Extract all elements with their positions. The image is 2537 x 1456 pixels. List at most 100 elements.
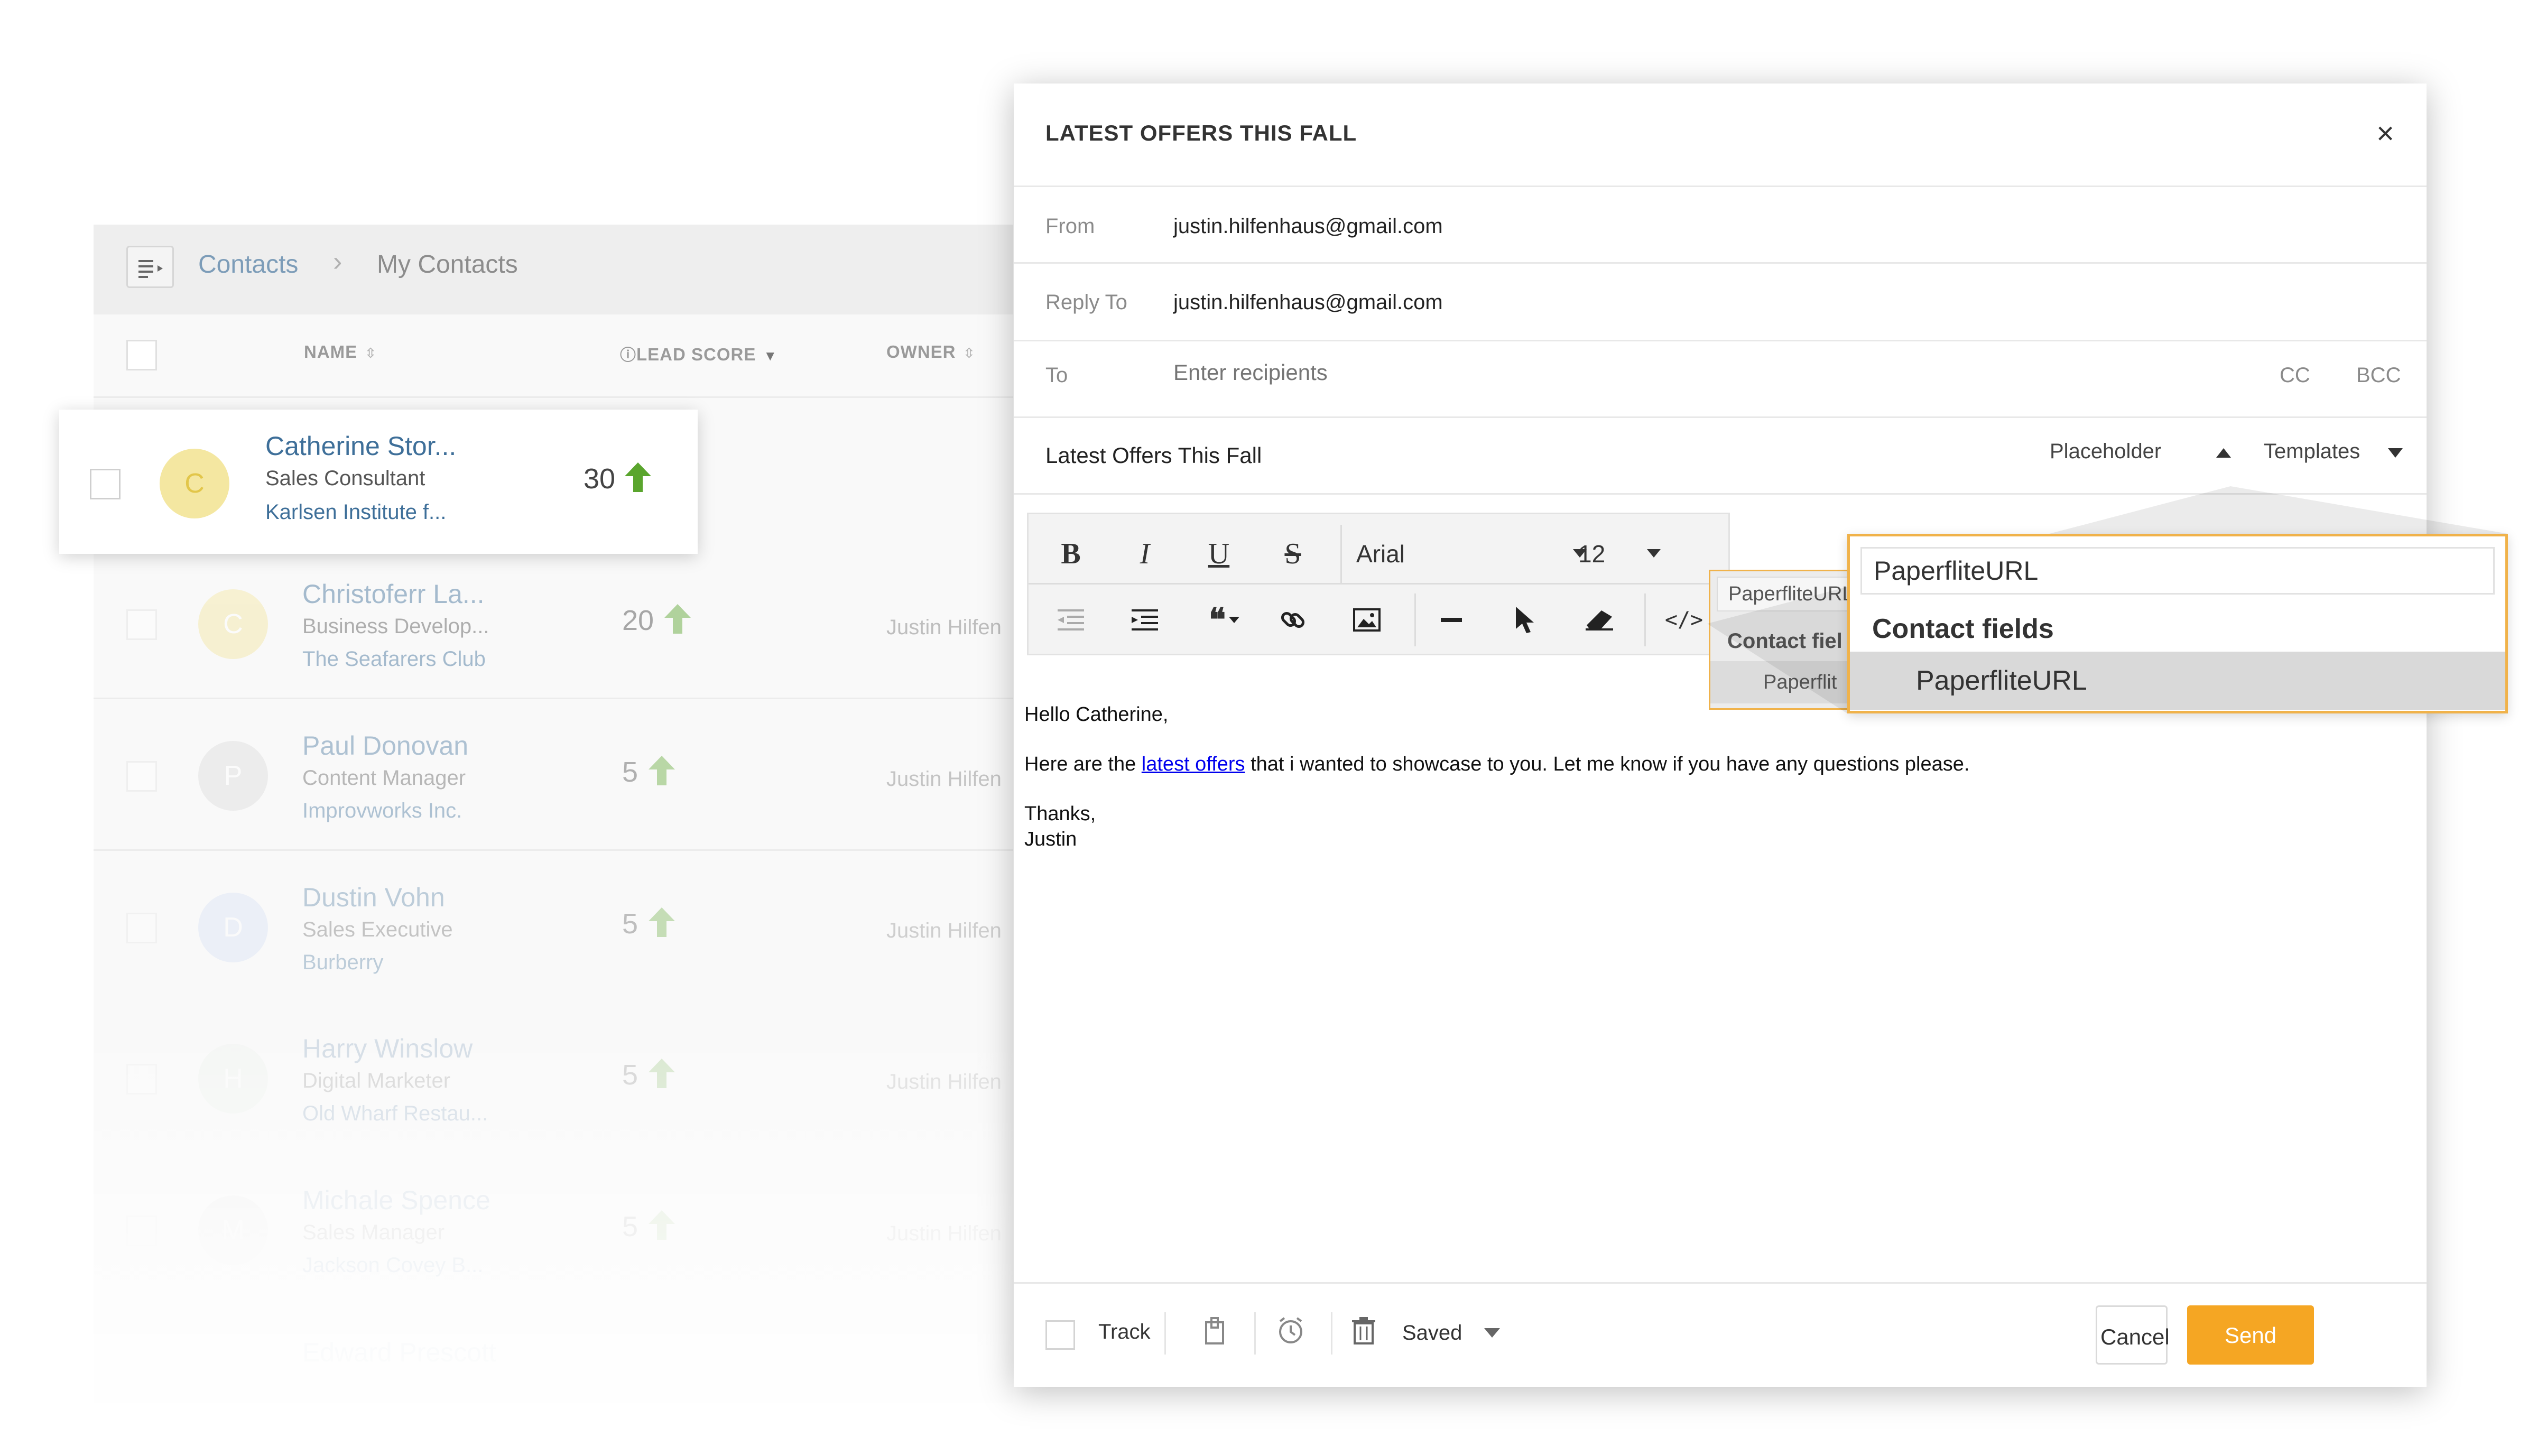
- contact-company[interactable]: Burberry: [302, 951, 383, 975]
- contact-company[interactable]: Karlsen Institute f...: [265, 500, 446, 524]
- avatar: P: [198, 741, 268, 811]
- breadcrumb-current: My Contacts: [377, 251, 518, 279]
- contact-name[interactable]: Dustin Vohn: [302, 882, 445, 913]
- lead-score: 5: [622, 908, 638, 940]
- contact-owner: Justin Hilfen: [886, 1070, 1002, 1093]
- bcc-button[interactable]: BCC: [2356, 364, 2401, 387]
- strikethrough-button[interactable]: S: [1266, 527, 1319, 580]
- lead-score: 5: [622, 756, 638, 788]
- clear-format-button[interactable]: [1573, 593, 1626, 646]
- cc-button[interactable]: CC: [2280, 364, 2310, 387]
- contact-company[interactable]: Improvworks Inc.: [302, 799, 462, 823]
- placeholder-group-label-magnified: Contact fields: [1872, 614, 2054, 644]
- bold-icon: B: [1061, 537, 1081, 570]
- row-checkbox[interactable]: [126, 761, 157, 792]
- subject-field[interactable]: Latest Offers This Fall: [1045, 443, 1262, 468]
- contact-name[interactable]: Edward Prescott: [302, 1337, 496, 1368]
- table-row[interactable]: D Dustin Vohn Sales Executive Burberry 5…: [94, 850, 1013, 1001]
- latest-offers-link[interactable]: latest offers: [1142, 753, 1245, 775]
- underline-button[interactable]: U: [1192, 527, 1245, 580]
- body-paragraph: Here are the latest offers that i wanted…: [1024, 752, 2399, 777]
- indent-icon: [1132, 609, 1158, 630]
- contact-title: Sales Executive: [302, 918, 453, 941]
- contact-name[interactable]: Christoferr La...: [302, 579, 485, 609]
- eraser-icon: [1586, 610, 1613, 630]
- toolbar-separator: [1644, 593, 1646, 646]
- toolbar-separator: [1029, 583, 1732, 585]
- contact-owner: Justin Hilfen: [886, 616, 1002, 639]
- recipients-input[interactable]: [1173, 360, 2178, 385]
- row-checkbox[interactable]: [126, 609, 157, 640]
- caret-up-icon: [2216, 448, 2231, 458]
- column-lead-score-label: LEAD SCORE: [636, 345, 756, 364]
- contact-company[interactable]: The Seafarers Club: [302, 647, 486, 671]
- avatar: C: [160, 449, 229, 518]
- font-size-select[interactable]: 12: [1578, 531, 1684, 577]
- insert-image-button[interactable]: [1340, 593, 1393, 646]
- italic-button[interactable]: I: [1118, 527, 1171, 580]
- close-button[interactable]: ×: [2367, 115, 2404, 152]
- row-checkbox[interactable]: [126, 913, 157, 943]
- schedule-clock-icon[interactable]: [1277, 1317, 1304, 1344]
- row-checkbox[interactable]: [90, 469, 121, 499]
- indent-button[interactable]: [1118, 593, 1171, 646]
- table-row[interactable]: Edward Prescott: [94, 1305, 1013, 1456]
- column-header-owner[interactable]: OWNER ⇳: [886, 342, 975, 362]
- contact-company[interactable]: Old Wharf Restau...: [302, 1102, 488, 1126]
- placeholder-search-input-magnified[interactable]: PaperfliteURL: [1860, 547, 2495, 595]
- link-icon: [1281, 611, 1305, 628]
- track-checkbox[interactable]: [1045, 1320, 1075, 1350]
- reply-to-value[interactable]: justin.hilfenhaus@gmail.com: [1173, 291, 1443, 314]
- info-icon: ⓘ: [620, 347, 636, 364]
- source-code-button[interactable]: </>: [1658, 593, 1710, 646]
- send-button[interactable]: Send: [2187, 1305, 2314, 1365]
- from-value[interactable]: justin.hilfenhaus@gmail.com: [1173, 215, 1443, 238]
- breadcrumb-contacts-link[interactable]: Contacts: [198, 250, 298, 279]
- contact-name[interactable]: Michale Spence: [302, 1185, 490, 1216]
- contact-title: Sales Manager: [302, 1221, 445, 1244]
- row-checkbox[interactable]: [126, 1064, 157, 1095]
- attachment-icon[interactable]: [1204, 1317, 1225, 1344]
- row-divider: [94, 396, 1013, 398]
- horizontal-rule-icon: [1441, 618, 1462, 622]
- caret-down-icon: [1647, 549, 1661, 558]
- table-row[interactable]: H Harry Winslow Digital Marketer Old Wha…: [94, 1001, 1013, 1152]
- contact-owner: Justin Hilfen: [886, 1222, 1002, 1245]
- table-row[interactable]: M Michale Spence Sales Manager Jackson C…: [94, 1153, 1013, 1304]
- caret-down-icon: [1229, 617, 1240, 623]
- menu-toggle-button[interactable]: [126, 246, 174, 288]
- templates-dropdown[interactable]: Templates: [2264, 440, 2360, 463]
- table-row[interactable]: P Paul Donovan Content Manager Improvwor…: [94, 699, 1013, 849]
- cursor-select-button[interactable]: [1499, 593, 1552, 646]
- bold-button[interactable]: B: [1044, 527, 1097, 580]
- column-header-name[interactable]: NAME ⇳: [304, 342, 377, 362]
- save-status-dropdown[interactable]: Saved: [1402, 1321, 1462, 1345]
- email-body-editor[interactable]: Hello Catherine, Here are the latest off…: [1024, 702, 2399, 852]
- row-checkbox[interactable]: [126, 1216, 157, 1246]
- placeholder-dropdown[interactable]: Placeholder: [2050, 440, 2161, 463]
- footer-separator: [1254, 1312, 1256, 1355]
- select-all-checkbox[interactable]: [126, 340, 157, 370]
- avatar: M: [198, 1195, 268, 1265]
- lead-score: 5: [622, 1211, 638, 1242]
- horizontal-rule-button[interactable]: [1425, 593, 1478, 646]
- placeholder-option-magnified[interactable]: PaperfliteURL: [1850, 652, 2505, 710]
- contacts-panel: Contacts › My Contacts NAME ⇳ ⓘLEAD SCORE…: [94, 225, 1013, 1440]
- insert-link-button[interactable]: [1266, 593, 1319, 646]
- contact-name[interactable]: Harry Winslow: [302, 1033, 473, 1064]
- cancel-button[interactable]: Cancel: [2096, 1305, 2170, 1365]
- column-header-lead-score[interactable]: ⓘLEAD SCORE ▼: [620, 342, 777, 365]
- column-owner-label: OWNER: [886, 342, 956, 361]
- trash-icon[interactable]: [1352, 1317, 1375, 1344]
- contact-card-highlighted[interactable]: C Catherine Stor... Sales Consultant Kar…: [59, 410, 698, 554]
- modal-title: LATEST OFFERS THIS FALL: [1045, 120, 1357, 145]
- arrow-up-icon: [649, 1210, 675, 1240]
- contact-company[interactable]: Jackson Covey B...: [302, 1254, 483, 1277]
- outdent-button[interactable]: [1044, 593, 1097, 646]
- contact-name[interactable]: Paul Donovan: [302, 730, 468, 761]
- arrow-up-icon: [625, 462, 651, 492]
- blockquote-button[interactable]: ❝: [1192, 593, 1256, 646]
- underline-icon: U: [1208, 537, 1230, 570]
- contact-name[interactable]: Catherine Stor...: [265, 431, 456, 461]
- table-row[interactable]: C Christoferr La... Business Develop... …: [94, 547, 1013, 698]
